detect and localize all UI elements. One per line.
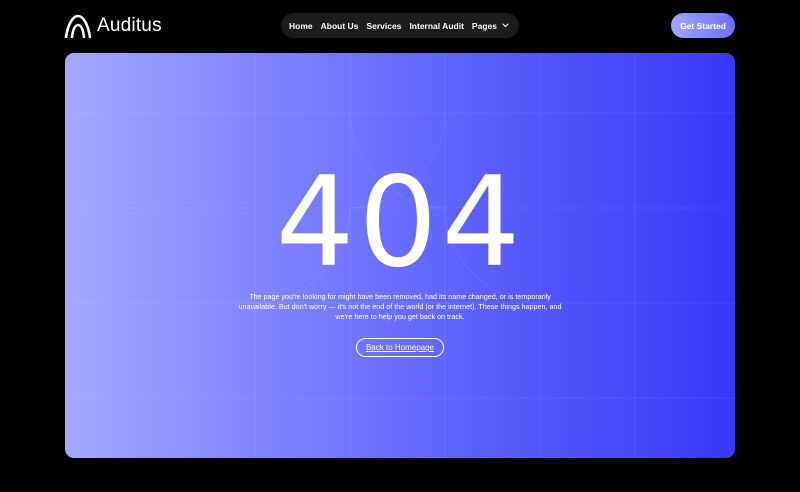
- error-hero: 404 The page you're looking for might ha…: [65, 53, 735, 458]
- nav-item-pages[interactable]: Pages: [472, 21, 509, 31]
- brand-name: Auditus: [97, 15, 162, 36]
- nav-item-about-us[interactable]: About Us: [321, 21, 359, 31]
- main-nav: Home About Us Services Internal Audit Pa…: [281, 13, 519, 38]
- brand-logo[interactable]: Auditus: [64, 12, 162, 40]
- chevron-down-icon: [502, 23, 509, 28]
- error-message: The page you're looking for might have b…: [238, 292, 562, 322]
- nav-item-services[interactable]: Services: [366, 21, 401, 31]
- back-to-homepage-button[interactable]: Back to Homepage: [356, 338, 444, 357]
- nav-item-internal-audit[interactable]: Internal Audit: [409, 21, 463, 31]
- get-started-button[interactable]: Get Started: [671, 13, 735, 38]
- page: Auditus Home About Us Services Internal …: [0, 0, 800, 492]
- error-code: 404: [275, 151, 525, 295]
- site-header: Auditus Home About Us Services Internal …: [0, 0, 800, 52]
- nav-item-home[interactable]: Home: [289, 21, 313, 31]
- arch-logo-icon: [64, 14, 91, 38]
- nav-item-pages-label: Pages: [471, 20, 497, 31]
